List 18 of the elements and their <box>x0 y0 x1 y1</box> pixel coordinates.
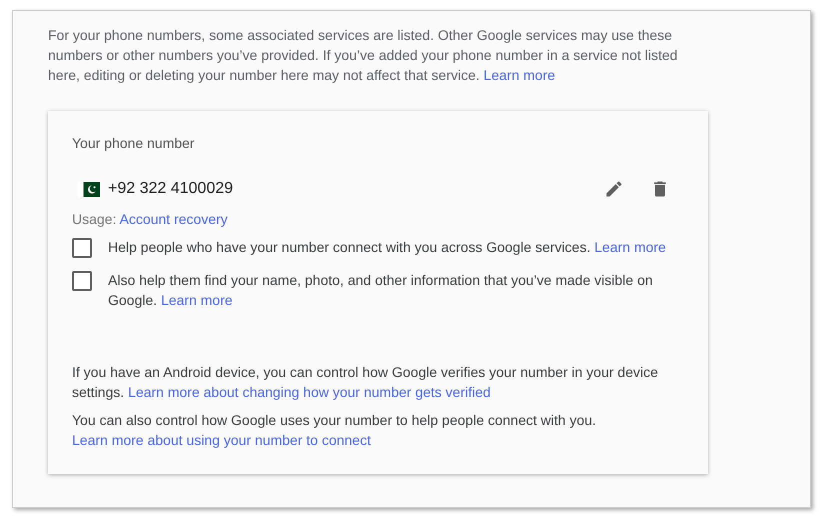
learn-more-link[interactable]: Learn more about changing how your number gets verified <box>128 384 491 400</box>
card-title: Your phone number <box>72 135 196 151</box>
option-text: Also help them find your name, photo, and other information that you’ve made visible on Google. Learn more <box>108 271 654 310</box>
note-text: You can also control how Google uses your number to help people connect with you. Learn more about using your number to connect <box>72 411 598 450</box>
flag-icon <box>78 182 100 196</box>
note-text: If you have an Android device, you can control how Google verifies your number in your device settings. Learn more about changing how your number gets verified <box>72 363 659 402</box>
phone-number: +92 322 4100029 <box>108 180 234 198</box>
edit-icon[interactable] <box>604 179 624 199</box>
usage-label: Usage: <box>72 211 116 227</box>
account-recovery-link[interactable]: Account recovery <box>119 211 228 227</box>
learn-more-link[interactable]: Learn more <box>594 239 666 255</box>
learn-more-link[interactable]: Learn more about using your number to connect <box>72 432 371 448</box>
learn-more-link[interactable]: Learn more <box>484 67 556 83</box>
option-text: Help people who have your number connect with you across Google services. Learn more <box>108 238 666 257</box>
checkbox[interactable] <box>72 238 92 258</box>
intro-text: For your phone numbers, some associated services are listed. Other Google services may use these numbers or other numbers you’ve provided. If you’ve added your phone number in a service not listed here, editing or deleting your number here may not affect that service. Learn more <box>48 26 679 85</box>
checkbox[interactable] <box>72 271 92 291</box>
learn-more-link[interactable]: Learn more <box>160 292 233 308</box>
